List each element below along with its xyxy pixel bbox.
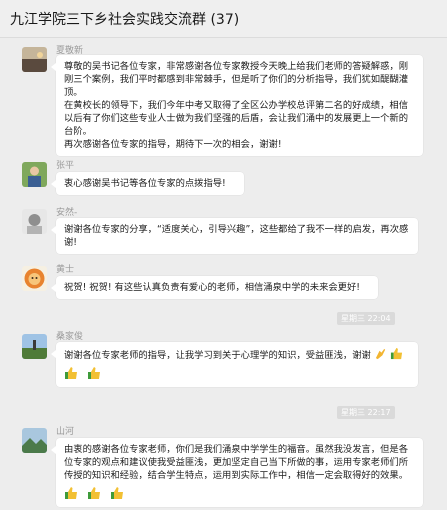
message-text: 由衷的感谢各位专家老师，你们是我们涌泉中学学生的福音。虽然我没发言，但是各位专家… <box>64 444 408 481</box>
message-text: 谢谢各位专家老师的指导，让我学习到关于心理学的知识，受益匪浅，谢谢 <box>64 350 371 361</box>
message-text: 谢谢各位专家的分享，“适度关心，引导兴趣”，这些都给了我不一样的启发，再次感谢! <box>64 224 409 248</box>
sender-name: 山河 <box>56 427 75 437</box>
message-text: 尊敬的吴书记各位专家，非常感谢各位专家教授今天晚上给我们老师的答疑解惑，刚刚三个… <box>64 61 408 98</box>
timestamp: 星期三 22:17 <box>337 406 395 419</box>
message-text: 祝贺! 祝贺! 有这些认真负责有爱心的老师，相信涌泉中学的未来会更好! <box>64 282 360 293</box>
thumbs-up-icon <box>110 486 124 500</box>
timestamp: 星期三 22:04 <box>337 312 395 325</box>
avatar[interactable] <box>22 47 47 72</box>
avatar[interactable] <box>22 266 47 291</box>
thumbs-up-icon <box>64 366 78 380</box>
chat-header: 九江学院三下乡社会实践交流群 (37) <box>0 0 447 38</box>
thumbs-up-icon <box>390 347 403 360</box>
message-bubble[interactable]: 谢谢各位专家的分享，“适度关心，引导兴趣”，这些都给了我不一样的启发，再次感谢! <box>51 218 418 254</box>
message-bubble[interactable]: 衷心感谢吴书记等各位专家的点拨指导! <box>51 172 244 195</box>
message-bubble[interactable]: 尊敬的吴书记各位专家，非常感谢各位专家教授今天晚上给我们老师的答疑解惑，刚刚三个… <box>51 55 423 156</box>
thumbs-up-icon <box>64 486 78 500</box>
message-text: 再次感谢各位专家的指导，期待下一次的相会，谢谢! <box>64 139 282 150</box>
message-bubble[interactable]: 祝贺! 祝贺! 有这些认真负责有爱心的老师，相信涌泉中学的未来会更好! <box>51 276 378 299</box>
message-bubble[interactable]: 谢谢各位专家老师的指导，让我学习到关于心理学的知识，受益匪浅，谢谢 <box>51 342 418 387</box>
hands-together-icon <box>374 347 387 360</box>
sender-name: 安然- <box>56 208 78 218</box>
message-bubble[interactable]: 由衷的感谢各位专家老师，你们是我们涌泉中学学生的福音。虽然我没发言，但是各位专家… <box>51 438 423 507</box>
message-text: 在黄校长的领导下，我们今年中考又取得了全区公办学校总评第二名的好成绩，相信以后有… <box>64 100 408 137</box>
avatar[interactable] <box>22 209 47 234</box>
sender-name: 张平 <box>56 161 75 171</box>
sender-name: 桑家俊 <box>56 332 84 342</box>
avatar[interactable] <box>22 428 47 453</box>
message-text: 衷心感谢吴书记等各位专家的点拨指导! <box>64 178 226 189</box>
thumbs-up-icon <box>87 486 101 500</box>
thumbs-up-icon <box>87 366 101 380</box>
chat-title: 九江学院三下乡社会实践交流群 (37) <box>10 12 240 28</box>
avatar[interactable] <box>22 334 47 359</box>
sender-name: 黄士 <box>56 265 75 275</box>
avatar[interactable] <box>22 162 47 187</box>
